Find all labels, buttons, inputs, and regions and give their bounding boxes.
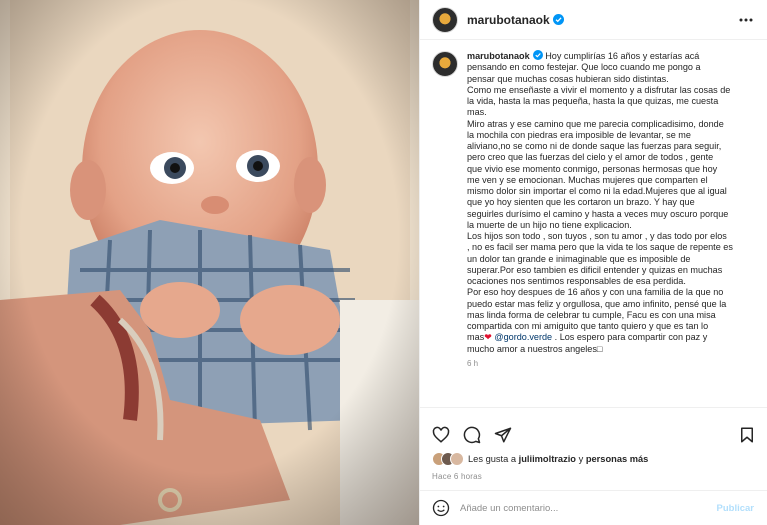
liker-avatar bbox=[450, 452, 464, 466]
caption-section: marubotanaok Hoy cumplirías 16 años y es… bbox=[420, 40, 767, 408]
caption-line: ocaciones nos sentimos responsables de e… bbox=[467, 276, 686, 286]
heart-emoji-icon: ❤ bbox=[484, 332, 492, 343]
caption-line: aliviano,no se como ni de donde saque la… bbox=[467, 141, 722, 151]
likes-others[interactable]: personas más bbox=[586, 454, 649, 464]
caption-text: marubotanaok Hoy cumplirías 16 años y es… bbox=[467, 50, 756, 355]
likes-prefix: Les gusta a bbox=[468, 454, 519, 464]
caption-line: Por eso hoy despues de 16 años y con una… bbox=[467, 287, 724, 298]
caption-line: que yo hoy sienten que les cortaron un b… bbox=[467, 197, 695, 208]
likes-middle: y bbox=[576, 454, 586, 464]
mention-link[interactable]: @gordo.verde bbox=[494, 332, 552, 342]
caption-line: que vivio ese momento conmigo, personas … bbox=[467, 163, 718, 174]
caption-line: un dolor tan grande e inimaginable que e… bbox=[467, 253, 691, 264]
caption-time[interactable]: 6 h bbox=[467, 359, 756, 368]
caption-line: seguirles durísimo el camino y hasta a v… bbox=[467, 208, 729, 219]
caption-line: pensar que muchas cosas hubieran sido di… bbox=[467, 73, 669, 84]
caption-line: puedo estar mas feliz y orgullosa, que a… bbox=[467, 298, 727, 309]
baby-photo-image bbox=[0, 0, 419, 525]
publish-button[interactable]: Publicar bbox=[717, 503, 755, 514]
caption-avatar[interactable] bbox=[432, 51, 458, 77]
caption-line: Miro atras y ese camino que me parecia c… bbox=[467, 118, 724, 129]
caption-line: Los hijos son todo , son tuyos , son tu … bbox=[467, 231, 727, 241]
post-photo[interactable] bbox=[0, 0, 419, 525]
caption-line: mucho amor a nuestros angeles bbox=[467, 343, 597, 354]
bookmark-icon[interactable] bbox=[738, 426, 756, 444]
caption-line: superar.Por eso tambien es dificil enten… bbox=[467, 264, 723, 275]
comment-input[interactable] bbox=[460, 502, 690, 514]
caption-line: mas linda forma de celebrar tu cumple, F… bbox=[467, 309, 716, 320]
caption-line: Como me enseñaste a vivir el momento y a… bbox=[467, 84, 731, 95]
caption-line: la muerte de un hijo no tiene explicacio… bbox=[467, 219, 632, 230]
verified-badge-icon bbox=[552, 14, 564, 25]
author-username[interactable]: marubotanaok bbox=[467, 13, 550, 27]
caption-username[interactable]: marubotanaok bbox=[467, 51, 530, 61]
post-details-panel: marubotanaok marubotanaok Hoy cumplirías… bbox=[419, 0, 767, 525]
emoji-icon[interactable] bbox=[432, 499, 450, 517]
caption-final-glyph: □ bbox=[596, 343, 603, 354]
caption-line: Hoy cumplirías 16 años y estarías acá bbox=[542, 51, 700, 61]
caption-body: marubotanaok Hoy cumplirías 16 años y es… bbox=[467, 50, 756, 407]
comment-bar: Publicar bbox=[420, 490, 767, 525]
avatar[interactable] bbox=[432, 6, 458, 33]
post-header: marubotanaok bbox=[420, 0, 767, 40]
caption-line: , no es facil ser mama pero que la vida … bbox=[467, 242, 733, 253]
verified-badge-icon bbox=[532, 50, 543, 60]
likes-summary: Les gusta a juliimoltrazio y personas má… bbox=[432, 452, 648, 466]
likes-text[interactable]: Les gusta a juliimoltrazio y personas má… bbox=[468, 454, 648, 464]
caption-line: mas bbox=[467, 332, 485, 343]
caption-line: me ven y se emocionan. Muchas mujeres qu… bbox=[467, 174, 708, 185]
more-horizontal-icon[interactable] bbox=[738, 12, 754, 28]
caption-line: pero creo que las fuerzas del cielo y el… bbox=[467, 152, 714, 163]
caption-line: pensando en como festejar. Que loco cuan… bbox=[467, 62, 701, 73]
caption-line: mismo dolor sin importar el como ni la e… bbox=[467, 186, 727, 196]
heart-icon[interactable] bbox=[432, 426, 450, 444]
caption-line: mas. bbox=[467, 107, 487, 118]
caption-line: la mochila con piedras era imposible de … bbox=[467, 129, 691, 140]
liker-username[interactable]: juliimoltrazio bbox=[519, 454, 576, 464]
share-icon[interactable] bbox=[494, 426, 512, 444]
comment-icon[interactable] bbox=[463, 426, 481, 444]
caption-line: compartida con mi amiguito que tanto qui… bbox=[467, 321, 709, 331]
post-timestamp[interactable]: Hace 6 horas bbox=[432, 472, 482, 481]
caption-line: . Los espero para compartir con paz y bbox=[552, 332, 708, 343]
action-bar bbox=[420, 424, 767, 446]
caption-line: la vida, hasta la mas pequeña, hasta la … bbox=[467, 96, 719, 106]
